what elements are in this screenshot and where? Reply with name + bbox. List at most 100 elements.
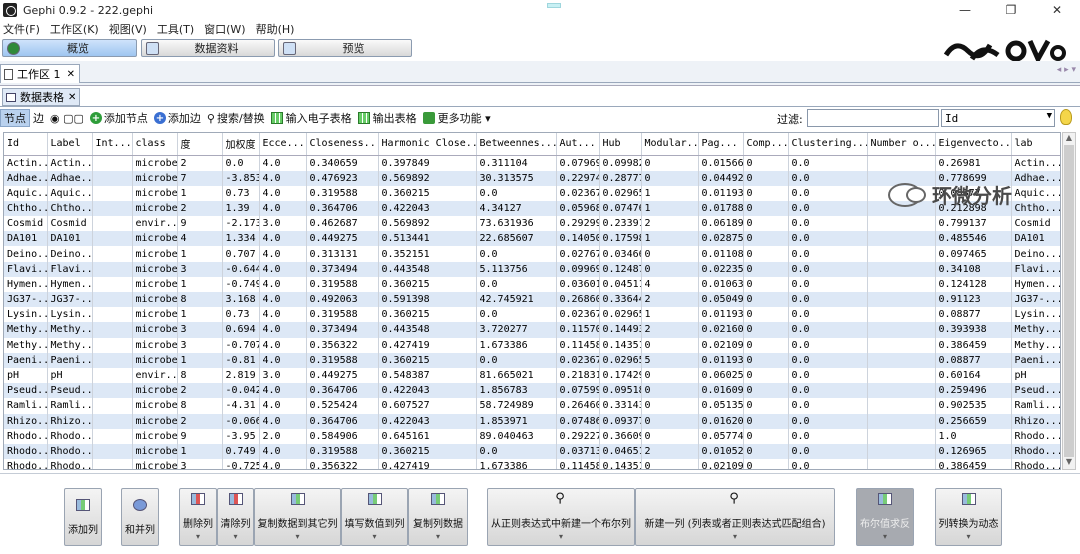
table-cell[interactable]: 0.422043 xyxy=(378,383,477,399)
table-cell[interactable]: 0.422043 xyxy=(378,200,477,217)
table-cell[interactable]: 4.0 xyxy=(259,155,307,171)
table-cell[interactable]: 0 xyxy=(743,428,789,444)
table-cell[interactable]: Methy... xyxy=(4,337,48,353)
table-row[interactable]: Paeni...Paeni...microbe1-0.814.00.319588… xyxy=(4,352,1060,368)
menu-window[interactable]: 窗口(W) xyxy=(204,21,245,37)
table-cell[interactable]: 4.0 xyxy=(259,383,307,399)
table-cell[interactable] xyxy=(867,337,936,353)
table-cell[interactable]: 0.0 xyxy=(788,337,868,353)
table-cell[interactable]: envir... xyxy=(132,216,178,232)
config-icon[interactable]: ◉ ▢▢ xyxy=(47,109,87,127)
table-cell[interactable]: 0.427419 xyxy=(378,459,477,469)
table-cell[interactable]: 0.0 xyxy=(788,200,868,217)
table-cell[interactable]: 0.360215 xyxy=(378,307,477,323)
menu-file[interactable]: 文件(F) xyxy=(3,21,40,37)
table-cell[interactable]: 4.0 xyxy=(259,398,307,414)
table-cell[interactable] xyxy=(92,413,133,429)
nodes-toggle[interactable]: 节点 xyxy=(0,109,30,127)
regex-boolean-column-button[interactable]: ⚲ 从正则表达式中新建一个布尔列 ▾ xyxy=(487,488,635,546)
negate-boolean-button[interactable]: 布尔值求反 ▾ xyxy=(856,488,914,546)
table-cell[interactable]: 0.0 xyxy=(788,246,868,262)
add-column-button[interactable]: 添加列 xyxy=(64,488,102,546)
table-cell[interactable] xyxy=(92,246,133,262)
table-cell[interactable] xyxy=(92,200,133,217)
filter-input[interactable] xyxy=(807,109,939,127)
table-cell[interactable]: 0 xyxy=(743,246,789,262)
table-cell[interactable]: 0.0 xyxy=(476,276,557,292)
table-cell[interactable]: 0.0 xyxy=(788,216,868,232)
table-cell[interactable]: 4.0 xyxy=(259,292,307,308)
clear-column-button[interactable]: 清除列 ▾ xyxy=(217,488,254,546)
table-cell[interactable]: microbe xyxy=(132,428,178,444)
table-cell[interactable]: 0.513441 xyxy=(378,231,477,247)
table-cell[interactable]: -0.644 xyxy=(222,261,260,277)
table-cell[interactable]: 0.393938 xyxy=(935,322,1012,338)
table-cell[interactable]: 0 xyxy=(743,216,789,232)
table-cell[interactable]: microbe xyxy=(132,292,178,308)
table-cell[interactable] xyxy=(92,337,133,353)
table-cell[interactable]: 1 xyxy=(177,185,223,201)
table-cell[interactable]: 0 xyxy=(641,383,699,399)
column-header[interactable]: Label xyxy=(47,133,93,156)
table-cell[interactable]: 0.0 xyxy=(788,398,868,414)
table-cell[interactable]: Aquic... xyxy=(47,185,93,201)
table-cell[interactable]: 0.0 xyxy=(788,155,868,171)
table-row[interactable]: Hymen...Hymen...microbe1-0.7494.00.31958… xyxy=(4,276,1060,292)
table-cell[interactable]: 4.0 xyxy=(259,352,307,368)
table-cell[interactable]: 0.037137 xyxy=(556,443,600,460)
table-cell[interactable]: 1.39 xyxy=(222,200,260,217)
table-cell[interactable]: 0 xyxy=(641,413,699,429)
column-header[interactable]: Closeness... xyxy=(306,133,379,156)
table-cell[interactable]: 0.099821 xyxy=(599,155,642,171)
table-cell[interactable]: 0.097465 xyxy=(935,246,1012,262)
table-cell[interactable]: 2 xyxy=(641,292,699,308)
table-cell[interactable]: 4.0 xyxy=(259,261,307,277)
table-cell[interactable]: 73.631936 xyxy=(476,216,557,232)
table-cell[interactable]: 4.34127 xyxy=(476,200,557,217)
table-cell[interactable]: 0.011938 xyxy=(698,307,744,323)
delete-column-button[interactable]: 删除列 ▾ xyxy=(179,488,217,546)
table-cell[interactable]: 0.0 xyxy=(788,352,868,368)
table-cell[interactable]: 0.02965 xyxy=(599,185,642,201)
table-cell[interactable]: 0.143519 xyxy=(599,337,642,353)
table-cell[interactable] xyxy=(92,352,133,368)
table-cell[interactable]: 0.045112 xyxy=(599,276,642,292)
table-cell[interactable]: 0.364706 xyxy=(306,200,379,217)
table-cell[interactable]: 0.0 xyxy=(788,322,868,338)
table-row[interactable]: Rhizo...Rhizo...microbe2-0.0664.00.36470… xyxy=(4,413,1060,429)
table-cell[interactable]: 0.360215 xyxy=(378,352,477,368)
column-header[interactable]: Ecce... xyxy=(259,133,307,156)
lightbulb-icon[interactable] xyxy=(1060,109,1072,125)
table-cell[interactable]: Hymen... xyxy=(47,276,93,292)
table-row[interactable]: pHpHenvir...82.8193.00.4492750.54838781.… xyxy=(4,367,1060,384)
table-cell[interactable]: 0.174296 xyxy=(599,367,642,384)
table-cell[interactable]: 8 xyxy=(177,398,223,414)
table-vertical-scrollbar[interactable]: ▲ ▼ xyxy=(1062,132,1076,470)
table-row[interactable]: Methy...Methy...microbe3-0.7074.00.35632… xyxy=(4,337,1060,353)
table-cell[interactable]: 0.0 xyxy=(788,170,868,186)
table-cell[interactable]: 0 xyxy=(743,337,789,353)
table-cell[interactable]: JG37-... xyxy=(47,292,93,308)
close-workspace-tab-icon[interactable]: ✕ xyxy=(67,69,75,80)
table-cell[interactable]: 3.0 xyxy=(259,216,307,232)
table-cell[interactable]: 0.443548 xyxy=(378,322,477,338)
table-cell[interactable]: 2 xyxy=(177,413,223,429)
table-cell[interactable]: 2 xyxy=(641,443,699,460)
table-cell[interactable]: 0 xyxy=(641,367,699,384)
table-cell[interactable]: 0.311104 xyxy=(476,155,557,171)
table-cell[interactable]: Cosmid xyxy=(4,216,48,232)
table-cell[interactable]: 0.707 xyxy=(222,246,260,262)
table-cell[interactable]: Rhodo... xyxy=(1011,443,1060,460)
table-cell[interactable]: 0.33143 xyxy=(599,398,642,414)
column-header[interactable]: Betweennes... xyxy=(476,133,557,156)
table-cell[interactable]: 1 xyxy=(177,276,223,292)
table-cell[interactable]: 0.591398 xyxy=(378,292,477,308)
table-cell[interactable]: 0.08877 xyxy=(935,352,1012,368)
table-cell[interactable]: 3.0 xyxy=(259,367,307,384)
table-cell[interactable]: Deino... xyxy=(4,246,48,262)
table-cell[interactable]: 0.584906 xyxy=(306,428,379,444)
table-cell[interactable]: 2 xyxy=(641,216,699,232)
table-cell[interactable]: 0 xyxy=(743,383,789,399)
table-cell[interactable]: 0.0 xyxy=(476,352,557,368)
table-cell[interactable]: JG37-... xyxy=(1011,292,1060,308)
